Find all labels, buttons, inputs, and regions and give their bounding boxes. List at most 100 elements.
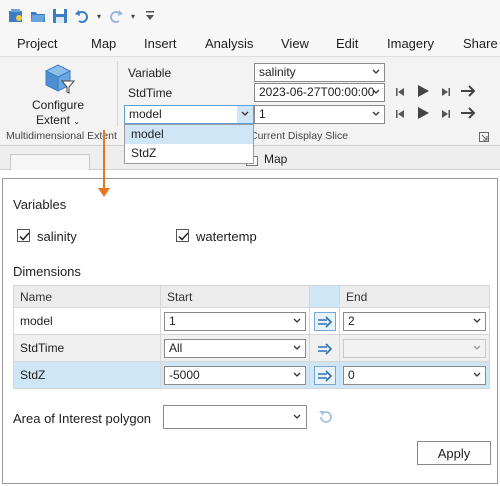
stdtime-value: 2023-06-27T00:00:00 <box>259 85 375 99</box>
aoi-label: Area of Interest polygon <box>13 411 152 426</box>
column-header-name: Name <box>13 285 161 308</box>
dimensions-table: Name Start End model 1 2 StdTime All Std… <box>13 285 490 389</box>
start-cell: All <box>160 334 310 362</box>
ribbon-tabs: Project Map Insert Analysis View Edit Im… <box>0 36 500 56</box>
open-icon[interactable] <box>28 6 48 26</box>
table-row[interactable]: model 1 2 <box>13 307 490 335</box>
table-header-row: Name Start End <box>13 285 490 308</box>
chevron-down-icon <box>372 89 380 94</box>
callout-arrowhead <box>98 188 110 197</box>
chevron-down-icon <box>473 372 481 377</box>
dropdown-option-stdz[interactable]: StdZ <box>125 144 253 163</box>
dimension-select[interactable]: model <box>124 105 254 124</box>
row-name: model <box>13 307 161 335</box>
sync-start-end-button[interactable] <box>314 312 336 331</box>
end-cell: 2 <box>339 307 490 335</box>
chevron-down-icon <box>293 345 301 350</box>
end-value: 0 <box>348 368 355 382</box>
start-dropdown[interactable]: 1 <box>164 312 306 331</box>
next-arrow-icon[interactable] <box>460 105 476 121</box>
variable-label: Variable <box>128 66 172 80</box>
group-label-multidimensional-extent: Multidimensional Extent <box>6 130 117 142</box>
variable-dropdown[interactable]: salinity <box>254 63 385 82</box>
refresh-icon[interactable] <box>317 408 335 426</box>
contents-pane-tab[interactable] <box>10 154 90 170</box>
map-view-tab[interactable]: Map <box>264 152 287 166</box>
start-dropdown[interactable]: All <box>164 339 306 358</box>
end-dropdown <box>343 339 486 358</box>
end-dropdown[interactable]: 2 <box>343 312 486 331</box>
next-arrow-icon[interactable] <box>460 83 476 99</box>
model-value: 1 <box>259 107 266 121</box>
start-value: 1 <box>169 314 176 328</box>
sync-start-end-button[interactable] <box>314 366 336 385</box>
end-cell: 0 <box>339 361 490 389</box>
redo-chevron-icon[interactable]: ▾ <box>128 12 138 21</box>
chevron-down-icon <box>293 372 301 377</box>
column-header-sync <box>309 285 340 308</box>
dimension-select-toggle[interactable] <box>237 106 253 123</box>
redo-icon[interactable] <box>106 6 126 26</box>
salinity-checkbox[interactable] <box>17 229 30 242</box>
sync-cell <box>309 334 340 362</box>
sync-start-end-button[interactable] <box>314 339 336 358</box>
checkmark-icon <box>178 232 189 241</box>
model-dropdown[interactable]: 1 <box>254 105 385 124</box>
column-header-end: End <box>339 285 490 308</box>
apply-button[interactable]: Apply <box>417 441 491 465</box>
start-cell: 1 <box>160 307 310 335</box>
end-dropdown[interactable]: 0 <box>343 366 486 385</box>
play-icon[interactable] <box>415 105 431 121</box>
end-value: 2 <box>348 314 355 328</box>
sync-cell <box>309 361 340 389</box>
stdtime-label: StdTime <box>128 86 173 100</box>
skip-back-icon[interactable] <box>392 84 408 100</box>
tab-insert[interactable]: Insert <box>144 36 177 51</box>
end-cell <box>339 334 490 362</box>
play-icon[interactable] <box>415 83 431 99</box>
configure-extent-button[interactable]: Configure Extent ⌄ <box>20 63 96 129</box>
tab-project[interactable]: Project <box>17 36 57 51</box>
tab-analysis[interactable]: Analysis <box>205 36 253 51</box>
watertemp-checkbox[interactable] <box>176 229 189 242</box>
tab-edit[interactable]: Edit <box>336 36 358 51</box>
step-forward-icon[interactable] <box>438 106 454 122</box>
dropdown-option-model[interactable]: model <box>125 125 253 144</box>
watertemp-label: watertemp <box>196 229 257 244</box>
dialog-launcher-icon[interactable] <box>478 131 490 143</box>
variable-value: salinity <box>259 65 296 79</box>
chevron-down-icon <box>473 318 481 323</box>
new-project-icon[interactable] <box>6 6 26 26</box>
undo-icon[interactable] <box>72 6 92 26</box>
sync-cell <box>309 307 340 335</box>
chevron-down-icon <box>372 69 380 74</box>
chevron-down-icon <box>372 111 380 116</box>
quick-access-toolbar: ▾ ▾ <box>6 6 160 26</box>
tab-share[interactable]: Share <box>463 36 498 51</box>
start-dropdown[interactable]: -5000 <box>164 366 306 385</box>
configure-extent-icon <box>44 64 76 94</box>
customize-icon[interactable] <box>140 6 160 26</box>
stdtime-dropdown[interactable]: 2023-06-27T00:00:00 <box>254 83 385 102</box>
table-row[interactable]: StdTime All <box>13 334 490 362</box>
save-icon[interactable] <box>50 6 70 26</box>
start-value: All <box>169 341 183 355</box>
chevron-down-icon: ⌄ <box>73 117 81 126</box>
tab-imagery[interactable]: Imagery <box>387 36 434 51</box>
variables-heading: Variables <box>13 197 67 212</box>
undo-chevron-icon[interactable]: ▾ <box>94 12 104 21</box>
sync-arrow-icon <box>318 369 333 382</box>
row-name: StdZ <box>13 361 161 389</box>
column-header-start: Start <box>160 285 310 308</box>
table-row[interactable]: StdZ -5000 0 <box>13 361 490 389</box>
skip-back-icon[interactable] <box>392 106 408 122</box>
aoi-dropdown[interactable] <box>163 405 307 429</box>
step-forward-icon[interactable] <box>438 84 454 100</box>
extent-label: Extent ⌄ <box>35 113 81 127</box>
dimension-dropdown-list: model StdZ <box>124 124 254 164</box>
checkmark-icon <box>19 232 30 241</box>
tab-view[interactable]: View <box>281 36 309 51</box>
tab-map[interactable]: Map <box>91 36 116 51</box>
start-value: -5000 <box>169 368 200 382</box>
group-label-current-display-slice: Current Display Slice <box>250 130 349 142</box>
